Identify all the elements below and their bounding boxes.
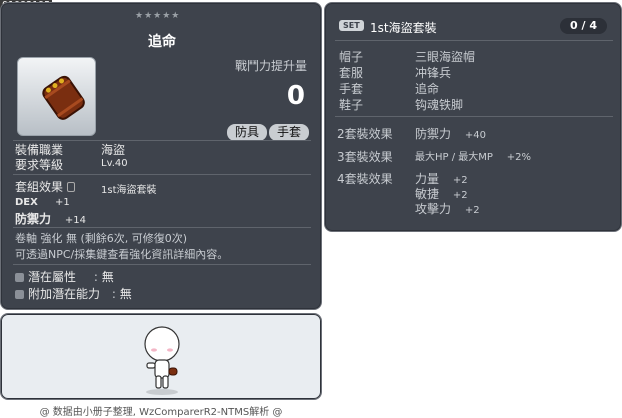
bonus-potential-label: 附加潛在能力 <box>28 287 101 301</box>
set-effect-2-label: 2套裝效果 <box>337 127 393 141</box>
bonus-potential-value: 無 <box>119 287 132 301</box>
effect-stat: 力量 <box>415 172 440 186</box>
power-increase-value: 0 <box>286 81 305 111</box>
divider <box>13 174 311 175</box>
set-piece-slot: 套服 <box>339 66 364 80</box>
stat-value: +1 <box>55 197 70 208</box>
effect-value: +40 <box>464 130 486 141</box>
effect-stat: 攻擊力 <box>415 202 452 216</box>
set-effect-value: 1st海盜套裝 <box>101 185 157 196</box>
scroll-info: 卷軸 強化 無 (剩餘6次, 可修復0次) <box>15 232 188 245</box>
divider <box>335 116 613 117</box>
set-tooltip-panel: SET 1st海盜套裝 0 / 4 帽子 三眼海盜帽 套服 冲锋兵 手套 追命 … <box>324 2 622 232</box>
stat-dex: DEX +1 <box>15 197 70 208</box>
effect-stat: 敏捷 <box>415 187 440 201</box>
stat-defense: 防禦力 +14 <box>15 210 86 227</box>
effect-stat: 最大HP / 最大MP <box>415 152 493 163</box>
set-effect-3-line: 最大HP / 最大MP +2% <box>415 148 531 163</box>
set-effect-label: 套組效果 <box>15 178 76 195</box>
set-effect-4-label: 4套裝效果 <box>337 172 393 186</box>
effect-stat: 防禦力 <box>415 127 452 141</box>
potential-icon <box>15 273 24 282</box>
divider <box>13 227 311 228</box>
divider <box>335 40 613 41</box>
effect-value: +2% <box>506 152 532 163</box>
star-rating: ★★★★★ <box>135 11 181 21</box>
power-increase-label: 戰鬥力提升量 <box>234 59 307 73</box>
item-name: 追命 <box>148 34 176 50</box>
glove-icon <box>42 75 85 120</box>
level-label: 要求等級 <box>15 158 64 172</box>
effect-value: +2 <box>464 205 480 216</box>
item-icon-frame <box>17 57 96 136</box>
character-avatar <box>144 326 180 395</box>
enhance-info: 可透過NPC/採集鍵查看強化資訊詳細內容。 <box>15 248 229 261</box>
set-effect-2-line: 防禦力 +40 <box>415 125 486 142</box>
set-effect-4-line: 攻擊力 +2 <box>415 200 480 217</box>
set-piece-slot: 帽子 <box>339 50 364 64</box>
set-effect-label-text: 套組效果 <box>15 180 64 194</box>
potential-label: 潛在屬性 <box>28 270 77 284</box>
stat-value: +14 <box>64 215 86 226</box>
job-value: 海盜 <box>101 143 126 157</box>
set-piece-name: 三眼海盜帽 <box>415 50 476 64</box>
set-count: 0 / 4 <box>560 18 607 34</box>
set-piece-name: 冲锋兵 <box>415 66 452 80</box>
potential-value: 無 <box>101 270 114 284</box>
set-piece-slot: 鞋子 <box>339 98 364 112</box>
item-tooltip-panel: ★★★★★ 追命 戰鬥力提升量 0 防具 手套 裝備職業 海盜 要求等級 Lv.… <box>0 2 322 310</box>
avatar-preview-panel <box>0 313 322 400</box>
set-badge: SET <box>339 20 364 31</box>
stat-name: DEX <box>15 197 38 208</box>
level-value: Lv.40 <box>101 158 128 169</box>
set-piece-slot: 手套 <box>339 82 364 96</box>
credit-footer: @ 数据由小册子整理, WzComparerR2-NTMS解析 @ <box>39 407 283 418</box>
bonus-potential-row: 附加潛在能力 : 無 <box>15 285 132 302</box>
stat-name: 防禦力 <box>15 212 52 226</box>
tag-armor: 防具 <box>227 124 268 141</box>
set-title: 1st海盜套裝 <box>370 21 437 35</box>
set-piece-name: 钩魂铁脚 <box>415 98 464 112</box>
set-piece-name: 追命 <box>415 82 440 96</box>
lock-icon <box>67 182 76 192</box>
set-effect-3-label: 3套裝效果 <box>337 150 393 164</box>
potential-row: 潛在屬性 : 無 <box>15 268 114 285</box>
bonus-potential-icon <box>15 290 24 299</box>
tag-glove: 手套 <box>269 124 310 141</box>
divider <box>13 264 311 265</box>
